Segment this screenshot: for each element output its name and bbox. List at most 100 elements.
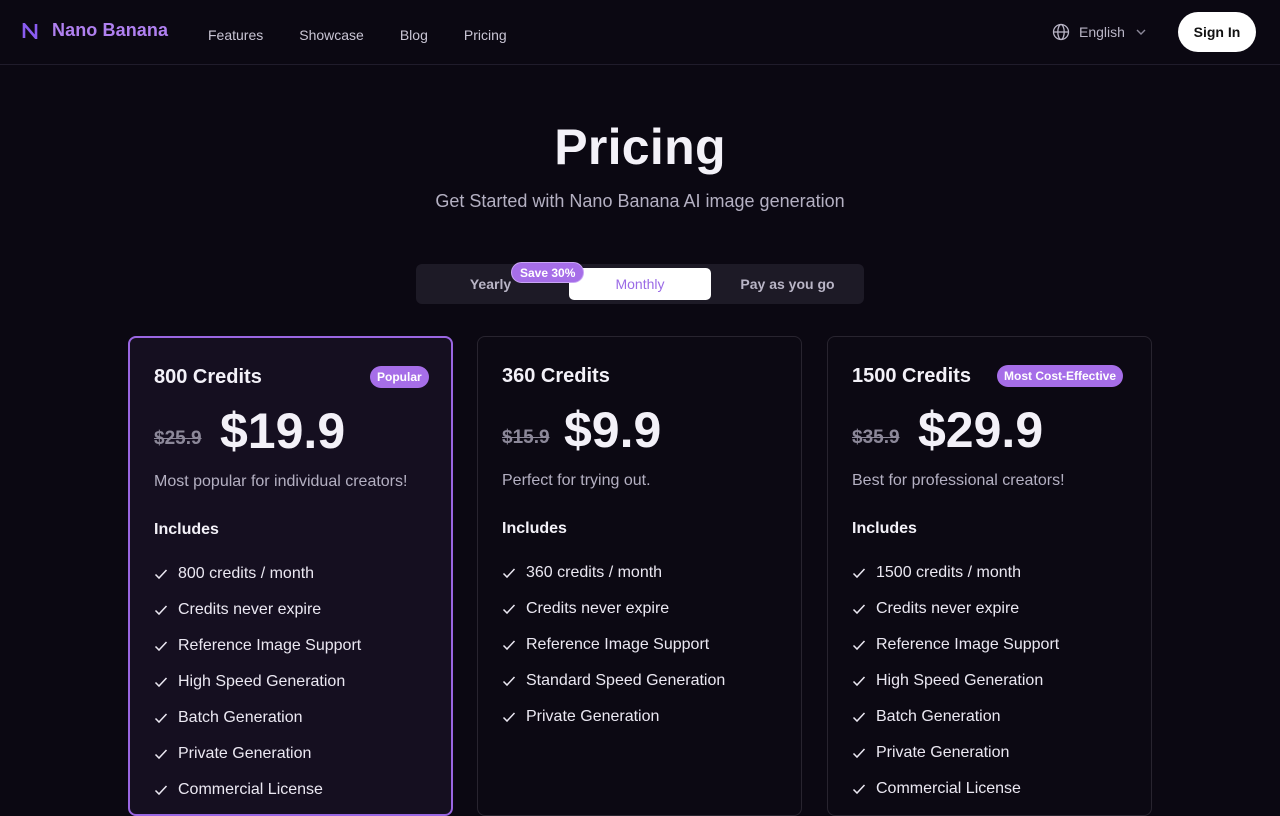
- check-icon: [852, 712, 866, 723]
- nav-features[interactable]: Features: [208, 27, 263, 43]
- feature-item: High Speed Generation: [852, 663, 1059, 699]
- check-icon: [502, 640, 516, 651]
- plan-price: $9.9: [564, 402, 662, 458]
- check-icon: [852, 748, 866, 759]
- tab-monthly[interactable]: Monthly: [569, 268, 711, 300]
- feature-item: Credits never expire: [154, 592, 361, 628]
- old-price: $15.9: [502, 427, 550, 448]
- feature-label: Batch Generation: [178, 709, 303, 726]
- feature-item: Private Generation: [502, 699, 725, 735]
- check-icon: [154, 749, 168, 760]
- feature-label: Commercial License: [876, 780, 1021, 797]
- sign-in-button[interactable]: Sign In: [1178, 12, 1256, 52]
- feature-label: Private Generation: [526, 708, 660, 725]
- check-icon: [502, 712, 516, 723]
- check-icon: [502, 604, 516, 615]
- plan-description: Best for professional creators!: [852, 472, 1065, 489]
- feature-item: 1500 credits / month: [852, 555, 1059, 591]
- plan-card-1500-credits: 1500 Credits Most Cost-Effective $35.9 $…: [827, 336, 1152, 816]
- feature-list: 1500 credits / month Credits never expir…: [852, 555, 1059, 807]
- billing-toggle: Yearly Monthly Pay as you go: [416, 264, 864, 304]
- check-icon: [852, 640, 866, 651]
- tab-pay-as-you-go[interactable]: Pay as you go: [715, 268, 860, 300]
- most-cost-effective-badge: Most Cost-Effective: [997, 365, 1124, 387]
- feature-label: Commercial License: [178, 781, 323, 798]
- check-icon: [502, 568, 516, 579]
- feature-label: 360 credits / month: [526, 564, 663, 581]
- feature-label: Batch Generation: [876, 708, 1001, 725]
- feature-label: Standard Speed Generation: [526, 672, 726, 689]
- top-navigation-bar: Nano Banana Features Showcase Blog Prici…: [0, 0, 1280, 65]
- feature-item: Commercial License: [852, 771, 1059, 807]
- feature-label: 800 credits / month: [178, 565, 315, 582]
- nav-blog[interactable]: Blog: [400, 27, 428, 43]
- check-icon: [154, 605, 168, 616]
- check-icon: [154, 713, 168, 724]
- save-badge: Save 30%: [511, 262, 585, 283]
- feature-item: Batch Generation: [154, 700, 361, 736]
- check-icon: [154, 641, 168, 652]
- old-price: $25.9: [154, 428, 202, 449]
- feature-label: Credits never expire: [876, 600, 1020, 617]
- feature-item: Reference Image Support: [502, 627, 725, 663]
- feature-label: Credits never expire: [178, 601, 322, 618]
- page-subtitle: Get Started with Nano Banana AI image ge…: [435, 191, 845, 211]
- feature-item: Standard Speed Generation: [502, 663, 725, 699]
- feature-label: Reference Image Support: [876, 636, 1060, 653]
- globe-icon: [1052, 23, 1070, 41]
- check-icon: [154, 677, 168, 688]
- feature-label: Private Generation: [876, 744, 1010, 761]
- check-icon: [154, 569, 168, 580]
- check-icon: [154, 785, 168, 796]
- page-title: Pricing: [554, 119, 726, 175]
- includes-heading: Includes: [852, 520, 917, 537]
- feature-item: Commercial License: [154, 772, 361, 808]
- chevron-down-icon: [1136, 29, 1146, 35]
- nav-showcase[interactable]: Showcase: [299, 27, 364, 43]
- feature-label: Private Generation: [178, 745, 312, 762]
- feature-label: Reference Image Support: [178, 637, 362, 654]
- plan-price: $29.9: [918, 402, 1044, 458]
- includes-heading: Includes: [502, 520, 567, 537]
- includes-heading: Includes: [154, 521, 219, 538]
- feature-item: Reference Image Support: [154, 628, 361, 664]
- check-icon: [502, 676, 516, 687]
- n-logo-icon: [22, 22, 38, 39]
- feature-list: 800 credits / month Credits never expire…: [154, 556, 361, 808]
- plan-title: 800 Credits: [154, 366, 262, 388]
- language-selector[interactable]: English: [1052, 23, 1147, 41]
- feature-label: 1500 credits / month: [876, 564, 1021, 581]
- feature-item: Credits never expire: [502, 591, 725, 627]
- plan-price: $19.9: [220, 403, 346, 459]
- popular-badge: Popular: [370, 366, 429, 388]
- plan-card-800-credits: 800 Credits Popular $25.9 $19.9 Most pop…: [128, 336, 453, 816]
- plan-card-360-credits: 360 Credits $15.9 $9.9 Perfect for tryin…: [477, 336, 802, 816]
- feature-item: 800 credits / month: [154, 556, 361, 592]
- brand-link[interactable]: Nano Banana: [22, 20, 168, 41]
- feature-label: High Speed Generation: [178, 673, 346, 690]
- brand-name: Nano Banana: [52, 20, 169, 40]
- feature-item: Batch Generation: [852, 699, 1059, 735]
- check-icon: [852, 784, 866, 795]
- feature-item: 360 credits / month: [502, 555, 725, 591]
- plan-description: Perfect for trying out.: [502, 472, 651, 489]
- feature-item: Private Generation: [852, 735, 1059, 771]
- feature-item: Private Generation: [154, 736, 361, 772]
- feature-label: Credits never expire: [526, 600, 670, 617]
- nav-pricing[interactable]: Pricing: [464, 27, 507, 43]
- old-price: $35.9: [852, 427, 900, 448]
- feature-item: High Speed Generation: [154, 664, 361, 700]
- plan-description: Most popular for individual creators!: [154, 473, 408, 490]
- check-icon: [852, 604, 866, 615]
- feature-item: Reference Image Support: [852, 627, 1059, 663]
- main-nav: Features Showcase Blog Pricing: [208, 27, 543, 43]
- feature-item: Credits never expire: [852, 591, 1059, 627]
- check-icon: [852, 568, 866, 579]
- feature-label: Reference Image Support: [526, 636, 710, 653]
- plan-title: 360 Credits: [502, 365, 610, 387]
- feature-label: High Speed Generation: [876, 672, 1044, 689]
- feature-list: 360 credits / month Credits never expire…: [502, 555, 725, 735]
- plan-title: 1500 Credits: [852, 365, 971, 387]
- language-label: English: [1079, 24, 1125, 40]
- check-icon: [852, 676, 866, 687]
